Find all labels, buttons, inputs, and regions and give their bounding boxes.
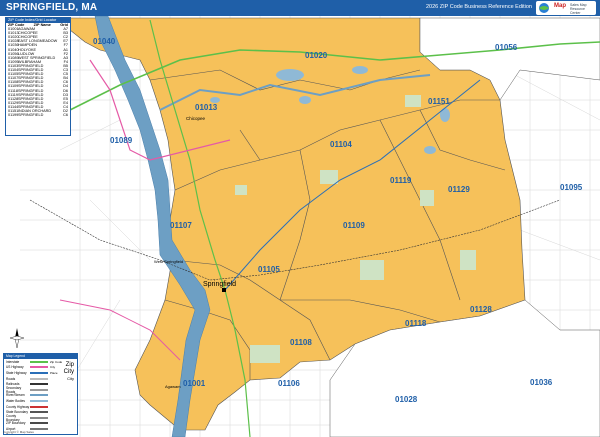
zip-label[interactable]: 01013 xyxy=(195,103,218,112)
zip-label[interactable]: 01020 xyxy=(305,51,328,60)
zip-label[interactable]: 01118 xyxy=(405,319,427,328)
zip-label[interactable]: 01040 xyxy=(93,37,116,46)
zip-label[interactable]: 01056 xyxy=(495,43,518,52)
legend-place-sample: City xyxy=(67,376,74,381)
legend-label: County Highway xyxy=(6,404,30,409)
legend-symbol xyxy=(30,371,48,374)
zip-cell-grid: C6 xyxy=(63,113,68,118)
legend-label: US Highway xyxy=(6,365,24,370)
zip-cell-name: SPRINGFIELD xyxy=(18,113,44,118)
zip-label[interactable]: 01104 xyxy=(330,140,352,149)
zip-cell-zip: 01199 xyxy=(8,113,19,118)
title-bar: SPRINGFIELD, MA 2026 ZIP Code Business R… xyxy=(0,0,600,16)
legend-label: Water Bodies xyxy=(6,398,26,403)
zip-label[interactable]: 01089 xyxy=(110,136,133,145)
zip-label[interactable]: 01028 xyxy=(395,395,418,404)
zip-label[interactable]: 01095 xyxy=(560,183,583,192)
logo-sub: Sales Map Resource Center xyxy=(570,3,587,15)
edition-text: 2026 ZIP Code Business Reference Edition xyxy=(426,4,532,10)
logo-word: Map xyxy=(554,3,566,9)
zip-label[interactable]: 01129 xyxy=(448,185,470,194)
legend-symbol xyxy=(30,394,48,397)
place-chicopee: Chicopee xyxy=(186,116,206,121)
place-west-springfield: West Springfield xyxy=(154,259,183,264)
legend-symbol xyxy=(30,383,48,386)
compass-rose-icon xyxy=(10,328,24,348)
map-legend: Map Legend Interstate Zip Code US Highway C… xyxy=(3,353,78,435)
zip-label[interactable]: 01107 xyxy=(170,221,192,230)
city-marker xyxy=(222,288,226,292)
legend-symbol xyxy=(30,416,48,419)
legend-symbol xyxy=(30,399,48,402)
zip-label[interactable]: 01119 xyxy=(390,176,412,185)
footer-copyright: Copyright © Map Sales xyxy=(3,430,34,434)
zip-label[interactable]: 01036 xyxy=(530,378,553,387)
map-canvas[interactable]: 01040 01020 01056 01013 01151 01089 0110… xyxy=(0,16,600,437)
legend-symbol xyxy=(30,377,48,380)
legend-symbol xyxy=(30,366,48,369)
legend-label: River/Stream xyxy=(6,393,25,398)
zip-label[interactable]: 01001 xyxy=(183,379,206,388)
legend-symbol xyxy=(30,411,48,414)
zip-label[interactable]: 01109 xyxy=(343,221,365,230)
legend-label: Roads xyxy=(6,376,16,381)
zip-label[interactable]: 01151 xyxy=(428,97,450,106)
zip-label[interactable]: 01128 xyxy=(470,305,492,314)
place-agawam: Agawam xyxy=(165,384,181,389)
map-title: SPRINGFIELD, MA xyxy=(6,2,98,13)
legend-symbol xyxy=(30,360,48,363)
zip-label[interactable]: 01106 xyxy=(278,379,300,388)
legend-label: Interstate xyxy=(6,359,20,364)
place-springfield: Springfield xyxy=(203,281,236,288)
zip-label[interactable]: 01105 xyxy=(258,265,280,274)
zip-table-row: 01199 SPRINGFIELD C6 xyxy=(6,113,70,117)
legend-symbol xyxy=(30,405,48,408)
zip-index-table: ZIP Code Index/Grid Locator ZIP Code ZIP… xyxy=(5,17,71,136)
publisher-logo: Map Sales Map Resource Center xyxy=(536,1,596,15)
legend-label: ZIP Boundary xyxy=(6,421,26,426)
legend-zip-sample: Zip xyxy=(65,362,74,368)
zip-label[interactable]: 01108 xyxy=(290,338,312,347)
map-frame: SPRINGFIELD, MA 2026 ZIP Code Business R… xyxy=(0,0,600,437)
legend-symbol xyxy=(30,388,48,391)
legend-symbol xyxy=(30,422,48,425)
zip-table-body: 01001 AGAWAM A7 01013 CHICOPEE B3 01020 CHICOPE… xyxy=(6,27,70,117)
legend-city-sample: City xyxy=(63,369,74,375)
legend-label: State Highway xyxy=(6,370,27,375)
globe-icon xyxy=(539,3,549,13)
